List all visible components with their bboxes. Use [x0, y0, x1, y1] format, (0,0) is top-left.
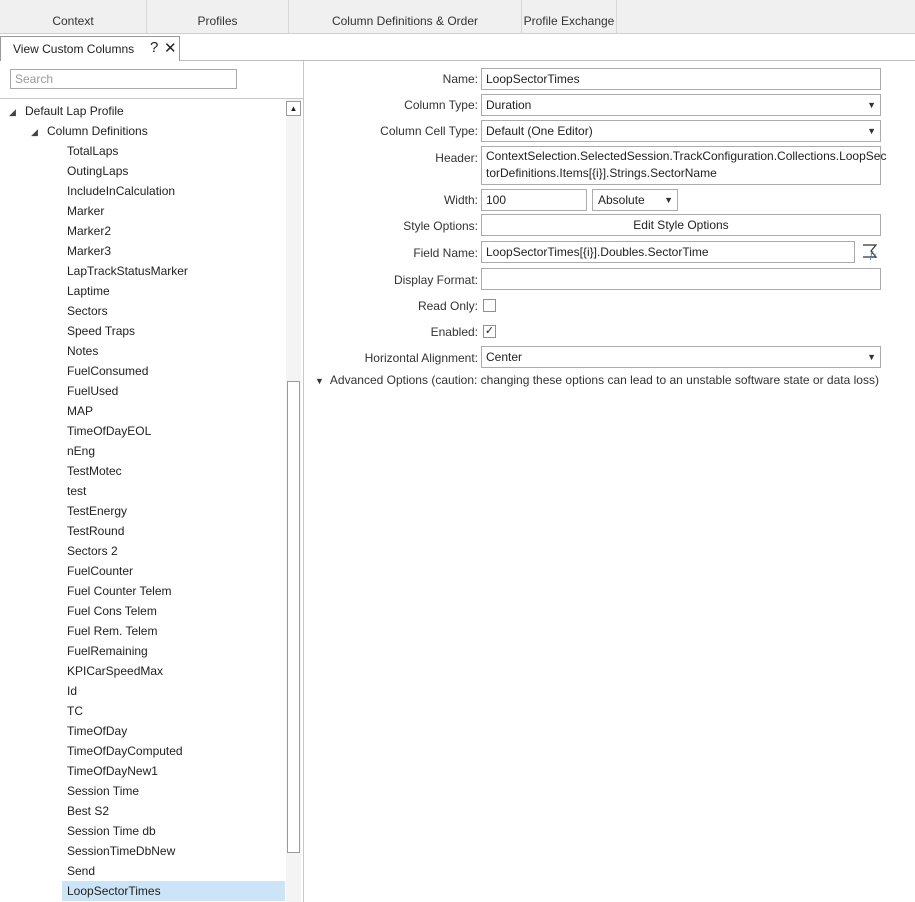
help-icon[interactable]: ? [150, 39, 158, 56]
tree-item[interactable]: Marker [62, 201, 285, 221]
collapse-icon[interactable]: ◢ [31, 122, 43, 142]
display-format-input[interactable] [481, 268, 881, 290]
column-properties-panel: Name: LoopSectorTimes Column Type: Durat… [304, 61, 915, 902]
tree-item[interactable]: TotalLaps [62, 141, 285, 161]
tree-group-label: Column Definitions [47, 124, 148, 138]
tree-item[interactable]: TimeOfDayNew1 [62, 761, 285, 781]
tree-item[interactable]: MAP [62, 401, 285, 421]
width-input[interactable]: 100 [481, 189, 587, 211]
cell-type-label: Column Cell Type: [380, 124, 478, 138]
tree-scrollbar[interactable]: ▲ [286, 99, 301, 902]
width-label: Width: [443, 193, 478, 207]
column-type-label: Column Type: [404, 98, 478, 112]
field-name-label: Field Name: [413, 246, 478, 260]
tree-item[interactable]: IncludeInCalculation [62, 181, 285, 201]
horizontal-alignment-dropdown[interactable]: Center [481, 346, 881, 368]
column-type-dropdown[interactable]: Duration [481, 94, 881, 116]
read-only-label: Read Only: [417, 299, 478, 313]
view-custom-columns-tab[interactable]: View Custom Columns ? ✕ [0, 36, 180, 61]
tree-group[interactable]: ◢ Column Definitions [31, 121, 148, 141]
tree-item[interactable]: LoopSectorTimes [62, 881, 285, 901]
tree-item[interactable]: Speed Traps [62, 321, 285, 341]
collapse-icon[interactable]: ◢ [9, 102, 21, 122]
tree-item[interactable]: KPICarSpeedMax [62, 661, 285, 681]
top-tab-bar: Context Profiles Column Definitions & Or… [0, 0, 915, 34]
tree-item[interactable]: Sectors [62, 301, 285, 321]
advanced-options-toggle[interactable]: ▼ Advanced Options (caution: changing the… [315, 373, 879, 387]
tree-item[interactable]: FuelCounter [62, 561, 285, 581]
tab-column-definitions-order[interactable]: Column Definitions & Order [289, 0, 522, 33]
scroll-thumb[interactable] [287, 381, 300, 853]
tree-item[interactable]: FuelRemaining [62, 641, 285, 661]
tab-profile-exchange[interactable]: Profile Exchange [522, 0, 617, 33]
tree-item[interactable]: Id [62, 681, 285, 701]
edit-style-options-button[interactable]: Edit Style Options [481, 214, 881, 236]
tree-item[interactable]: TestRound [62, 521, 285, 541]
enabled-label: Enabled: [430, 325, 478, 339]
name-label: Name: [442, 72, 478, 86]
header-label: Header: [435, 151, 478, 165]
tree-item[interactable]: Notes [62, 341, 285, 361]
tree-item[interactable]: Fuel Cons Telem [62, 601, 285, 621]
tab-profiles[interactable]: Profiles [147, 0, 289, 33]
tree-item[interactable]: Send [62, 861, 285, 881]
triangle-down-icon: ▼ [315, 376, 324, 386]
tree-item[interactable]: Session Time [62, 781, 285, 801]
width-mode-dropdown[interactable]: Absolute [592, 189, 678, 211]
tree-item[interactable]: TimeOfDayComputed [62, 741, 285, 761]
tree-root[interactable]: ◢ Default Lap Profile [9, 101, 124, 121]
tree-item[interactable]: FuelUsed [62, 381, 285, 401]
horizontal-alignment-label: Horizontal Alignment: [364, 351, 478, 365]
column-tree-panel: ◢ Default Lap Profile ◢ Column Definitions… [0, 61, 304, 902]
tree-item[interactable]: Marker3 [62, 241, 285, 261]
tree-item[interactable]: test [62, 481, 285, 501]
svg-text:fx: fx [870, 250, 877, 260]
tree-item[interactable]: OutingLaps [62, 161, 285, 181]
header-field[interactable]: ContextSelection.SelectedSession.TrackCo… [481, 146, 887, 185]
tree-item[interactable]: TestMotec [62, 461, 285, 481]
close-icon[interactable]: ✕ [164, 39, 177, 57]
tree-item[interactable]: Marker2 [62, 221, 285, 241]
field-name-input[interactable]: LoopSectorTimes[{i}].Doubles.SectorTime [481, 241, 855, 263]
read-only-checkbox[interactable] [483, 299, 496, 312]
tree-item[interactable]: TC [62, 701, 285, 721]
search-input[interactable] [10, 69, 237, 89]
tree-item[interactable]: FuelConsumed [62, 361, 285, 381]
display-format-label: Display Format: [393, 273, 478, 287]
tree-item[interactable]: LapTrackStatusMarker [62, 261, 285, 281]
advanced-options-label: Advanced Options (caution: changing thes… [329, 373, 879, 387]
header-line-2: torDefinitions.Items[{i}].Strings.Sector… [486, 166, 717, 180]
header-line-1: ContextSelection.SelectedSession.TrackCo… [486, 149, 887, 163]
tree-item[interactable]: nEng [62, 441, 285, 461]
document-tab-row: View Custom Columns ? ✕ [0, 34, 915, 61]
tree-item[interactable]: Fuel Counter Telem [62, 581, 285, 601]
name-field[interactable]: LoopSectorTimes [481, 68, 881, 90]
tab-label: View Custom Columns [13, 42, 135, 56]
tree-root-label: Default Lap Profile [25, 104, 124, 118]
tree-item[interactable]: Best S2 [62, 801, 285, 821]
column-tree: ◢ Default Lap Profile ◢ Column Definitions… [0, 99, 285, 902]
tree-item[interactable]: SessionTimeDbNew [62, 841, 285, 861]
tree-item[interactable]: TimeOfDay [62, 721, 285, 741]
style-options-label: Style Options: [403, 219, 478, 233]
function-editor-icon[interactable]: fx [861, 242, 879, 260]
enabled-checkbox[interactable]: ✓ [483, 325, 496, 338]
tab-context[interactable]: Context [0, 0, 147, 33]
tree-item[interactable]: Sectors 2 [62, 541, 285, 561]
tree-item[interactable]: TimeOfDayEOL [62, 421, 285, 441]
tree-item[interactable]: TestEnergy [62, 501, 285, 521]
scroll-up-icon[interactable]: ▲ [286, 101, 301, 116]
tree-item[interactable]: Laptime [62, 281, 285, 301]
tree-item[interactable]: Session Time db [62, 821, 285, 841]
tree-item[interactable]: Fuel Rem. Telem [62, 621, 285, 641]
cell-type-dropdown[interactable]: Default (One Editor) [481, 120, 881, 142]
